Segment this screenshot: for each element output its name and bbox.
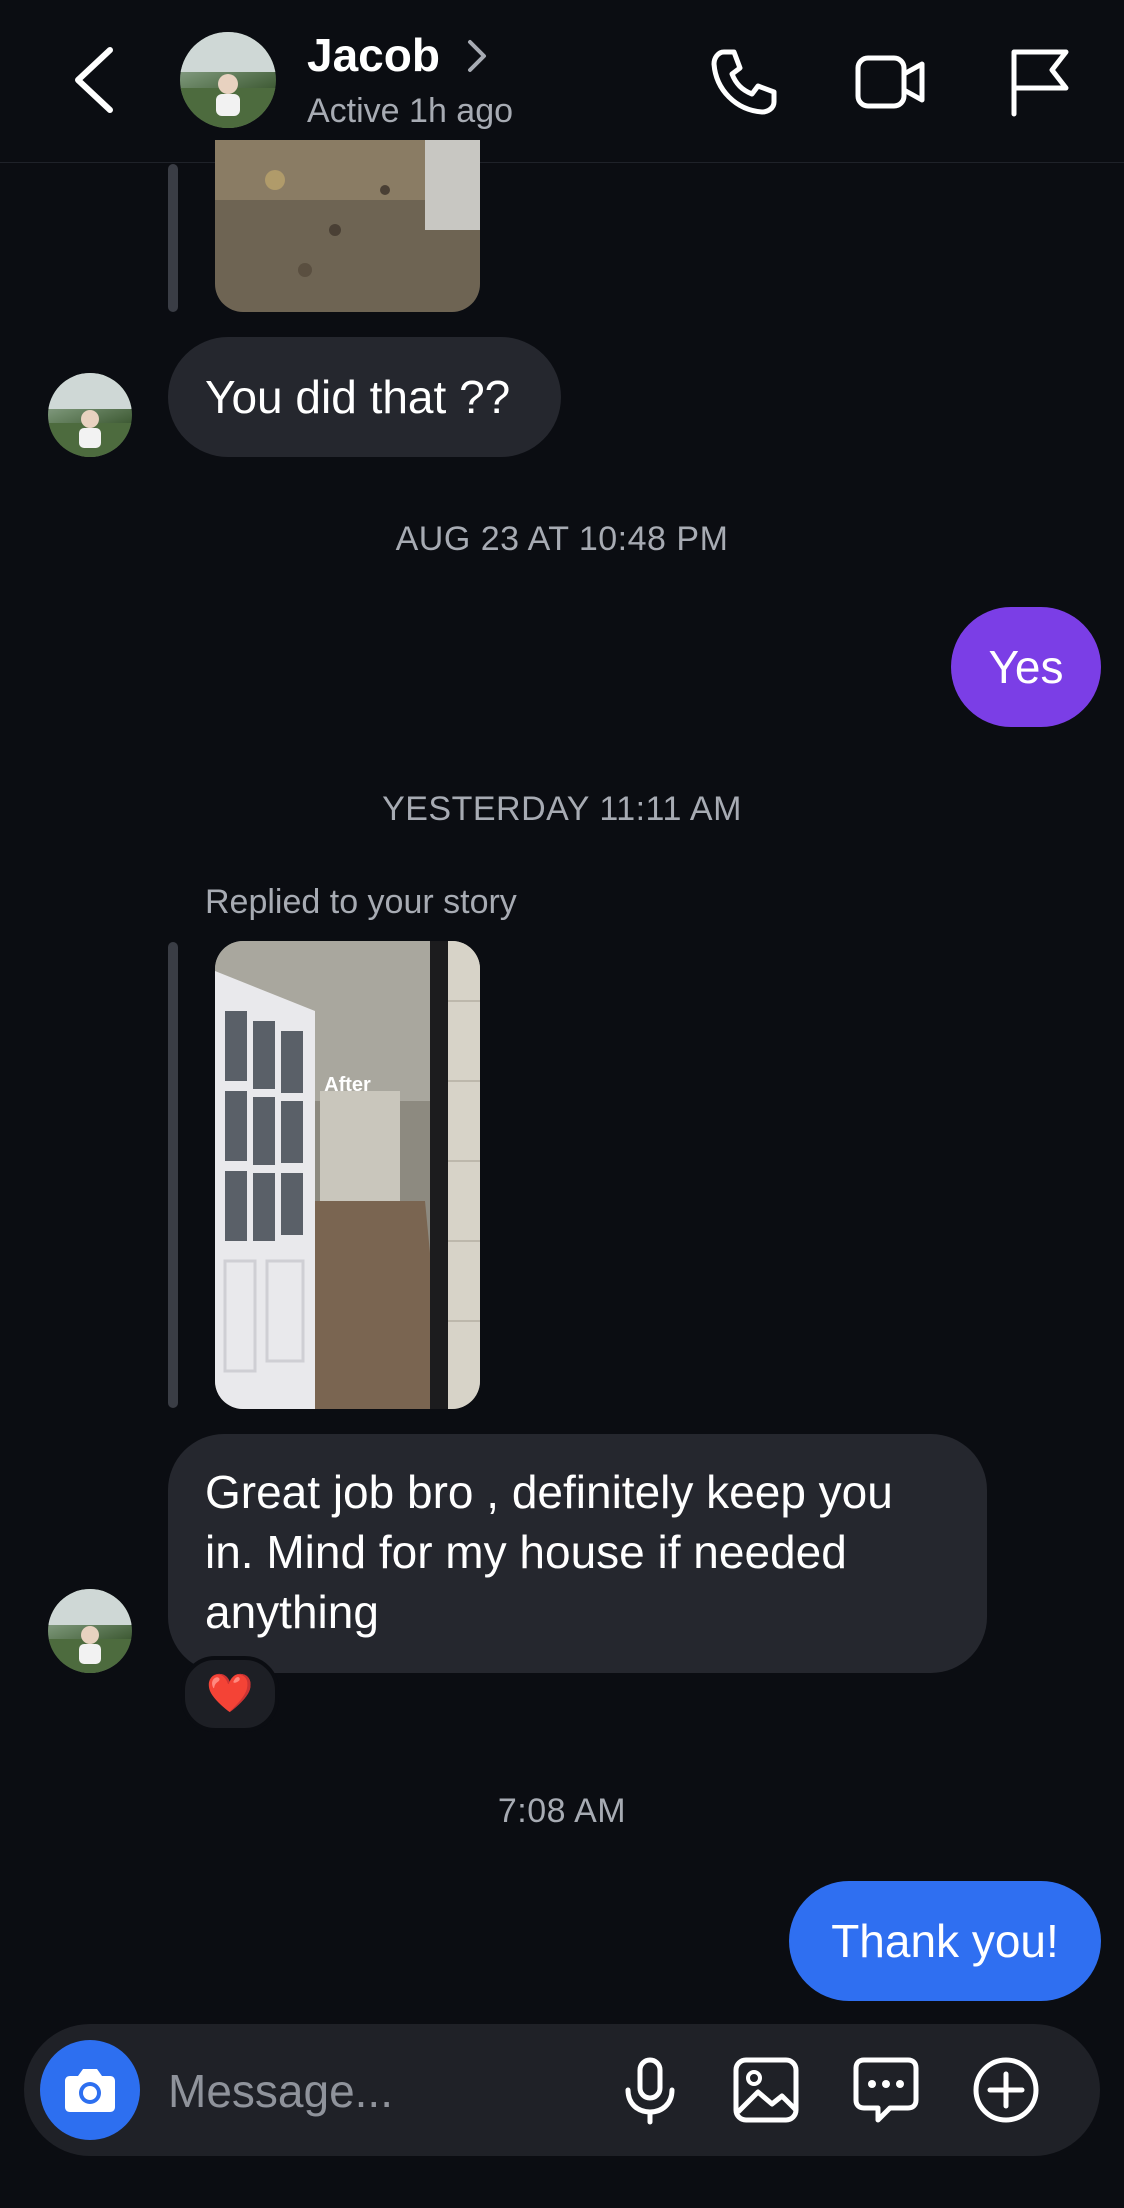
camera-button[interactable] — [40, 2040, 140, 2140]
flag-icon[interactable] — [1004, 44, 1080, 120]
microphone-icon[interactable] — [614, 2054, 686, 2126]
message-bubble-outgoing[interactable]: Yes — [951, 607, 1101, 727]
timestamp: YESTERDAY 11:11 AM — [382, 790, 742, 828]
timestamp: AUG 23 AT 10:48 PM — [395, 520, 729, 558]
video-camera-icon[interactable] — [852, 44, 928, 120]
message-input[interactable]: Message... — [168, 2064, 393, 2118]
message-bubble-incoming[interactable]: Great job bro , definitely keep you in. … — [168, 1434, 987, 1673]
plus-circle-icon[interactable] — [970, 2054, 1042, 2126]
chat-header: Jacob Active 1h ago — [0, 0, 1124, 163]
timestamp: 7:08 AM — [497, 1792, 627, 1830]
contact-status: Active 1h ago — [307, 92, 514, 130]
message-text: Yes — [988, 641, 1064, 693]
contact-name[interactable]: Jacob — [307, 28, 440, 82]
message-composer: Message... — [24, 2024, 1100, 2156]
sticker-chat-icon[interactable] — [850, 2054, 922, 2126]
story-reply-label: Replied to your story — [205, 883, 517, 921]
message-text: Great job bro , definitely keep you in. … — [205, 1466, 893, 1638]
camera-icon — [65, 2069, 115, 2112]
story-reply-bar — [168, 942, 178, 1408]
back-chevron-icon[interactable] — [68, 44, 124, 116]
sender-avatar[interactable] — [48, 1589, 132, 1673]
phone-icon[interactable] — [706, 44, 782, 120]
message-text: You did that ?? — [205, 371, 511, 423]
gallery-icon[interactable] — [730, 2054, 802, 2126]
message-bubble-outgoing[interactable]: Thank you! — [789, 1881, 1101, 2001]
story-image-before[interactable] — [215, 140, 480, 312]
story-image-after[interactable]: After — [215, 941, 480, 1409]
heart-reaction[interactable]: ❤️ — [181, 1656, 279, 1732]
message-text: Thank you! — [831, 1915, 1059, 1967]
contact-avatar[interactable] — [180, 32, 276, 128]
message-bubble-incoming[interactable]: You did that ?? — [168, 337, 561, 457]
chevron-right-icon[interactable] — [466, 38, 488, 74]
story-overlay-text: After — [324, 1074, 371, 1096]
story-reply-bar — [168, 164, 178, 312]
sender-avatar[interactable] — [48, 373, 132, 457]
